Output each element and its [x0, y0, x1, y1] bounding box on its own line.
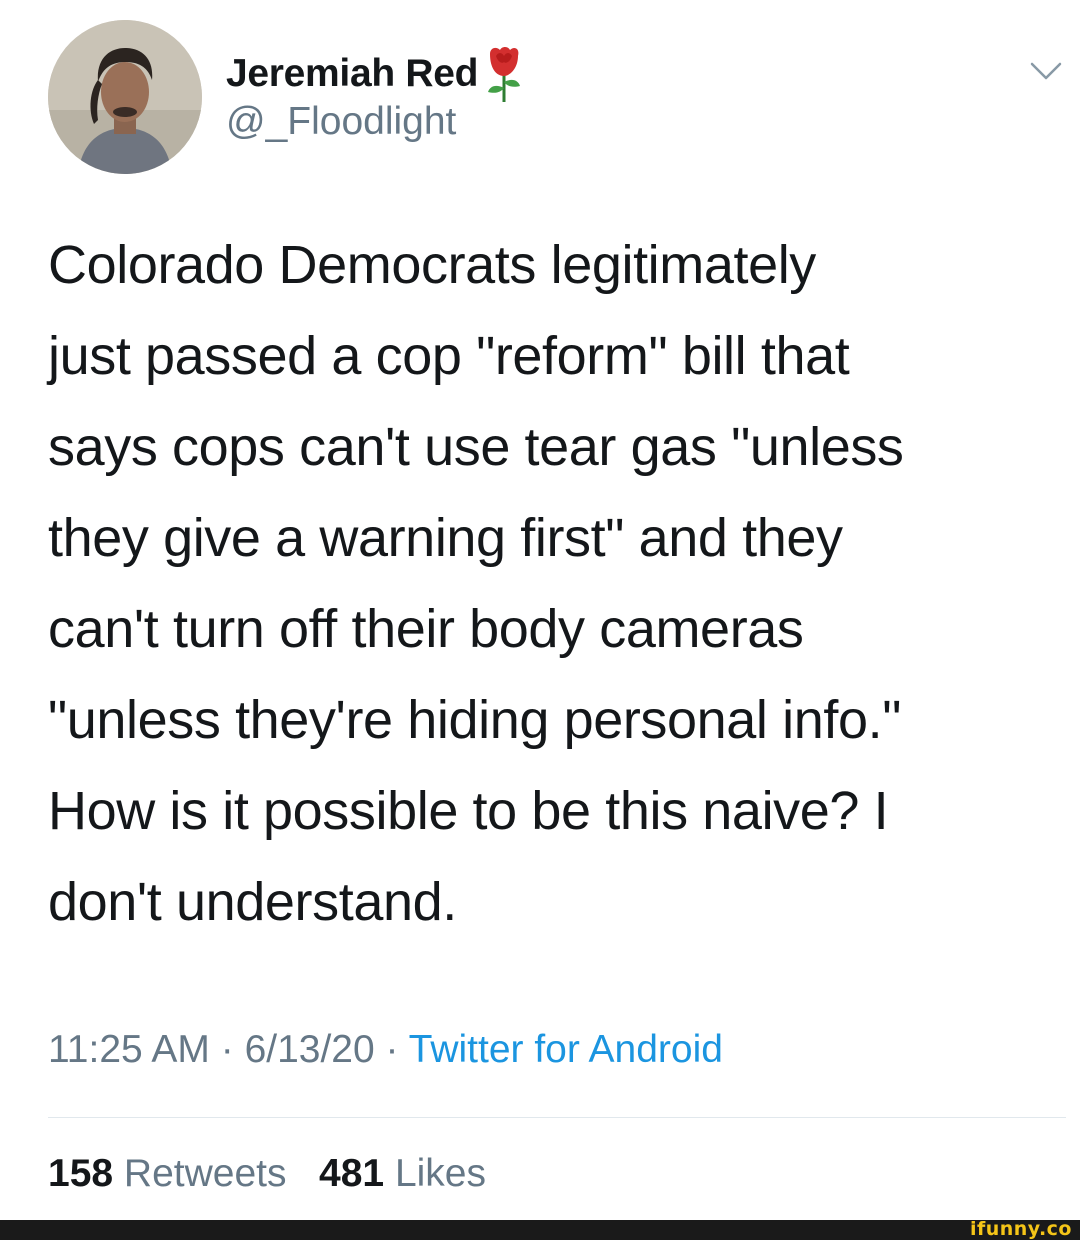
watermark: ifunny.co: [969, 1218, 1072, 1240]
retweets-label: Retweets: [123, 1152, 287, 1195]
meta-separator: ·: [374, 1028, 409, 1071]
retweets-stat[interactable]: 158 Retweets: [48, 1152, 287, 1195]
likes-count: 481: [319, 1152, 385, 1195]
tweet-time[interactable]: 11:25 AM: [48, 1028, 210, 1071]
display-name[interactable]: Jeremiah Red: [226, 52, 478, 96]
meta-separator: ·: [209, 1028, 245, 1071]
author-name-row[interactable]: Jeremiah Red: [226, 44, 526, 104]
user-handle[interactable]: @_Floodlight: [226, 100, 456, 144]
likes-stat[interactable]: 481 Likes: [319, 1152, 486, 1195]
tweet-meta: 11:25 AM · 6/13/20 · Twitter for Android: [48, 1028, 723, 1072]
footer-bar: ifunny.co: [0, 1218, 1080, 1240]
tweet-card: Jeremiah Red @_Floodlight Colorado Democ…: [0, 0, 1080, 1220]
divider: [48, 1117, 1066, 1118]
tweet-text: Colorado Democrats legitimately just pas…: [48, 235, 904, 932]
tweet-source-link[interactable]: Twitter for Android: [409, 1028, 723, 1071]
avatar[interactable]: [48, 20, 202, 174]
rose-icon: [482, 44, 526, 104]
retweets-count: 158: [48, 1152, 114, 1195]
tweet-stats: 158 Retweets 481 Likes: [48, 1152, 486, 1196]
likes-label: Likes: [394, 1152, 486, 1195]
tweet-date[interactable]: 6/13/20: [245, 1028, 375, 1071]
avatar-photo: [48, 20, 202, 174]
chevron-down-icon[interactable]: [1026, 56, 1066, 86]
